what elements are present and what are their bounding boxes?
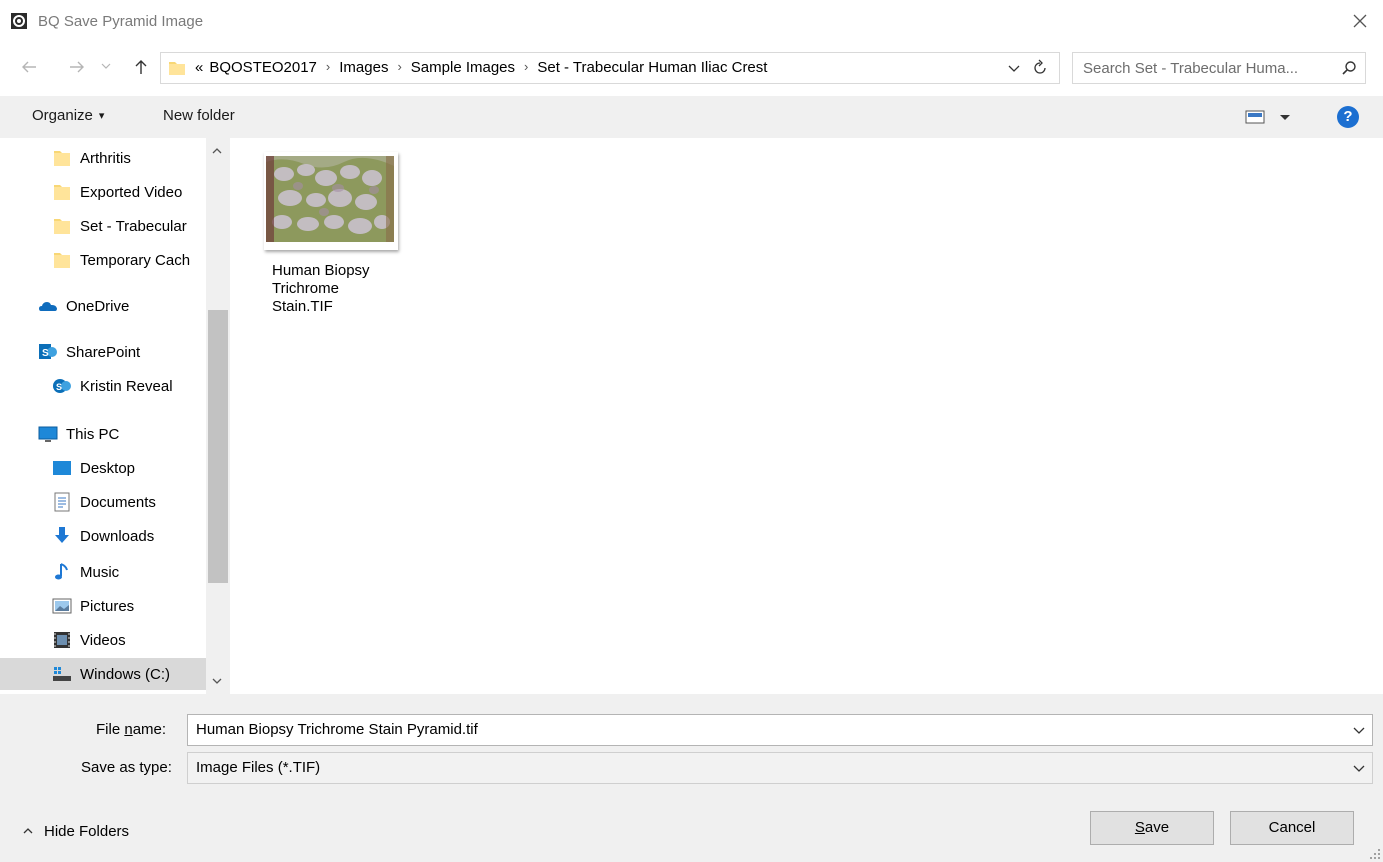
- organize-button[interactable]: Organize ▾: [32, 107, 104, 124]
- recent-locations-chevron-icon[interactable]: [100, 60, 112, 72]
- breadcrumb-item[interactable]: Set - Trabecular Human Iliac Crest: [537, 59, 767, 76]
- scroll-up-icon[interactable]: [210, 146, 224, 156]
- folder-icon: [169, 62, 185, 75]
- nav-scrollbar-thumb[interactable]: [208, 310, 228, 583]
- folder-icon: [54, 151, 70, 166]
- breadcrumb-separator[interactable]: ›: [524, 59, 528, 76]
- documents-icon: [54, 492, 70, 512]
- music-icon: [55, 563, 68, 580]
- cancel-button[interactable]: Cancel: [1230, 811, 1354, 845]
- sidebar-item-kristin-reveal[interactable]: S Kristin Reveal: [52, 370, 173, 402]
- sidebar-item-label: This PC: [66, 425, 120, 443]
- videos-icon: [54, 632, 70, 648]
- hide-folders-button[interactable]: Hide Folders: [22, 823, 129, 840]
- back-arrow-icon[interactable]: [20, 58, 38, 76]
- folder-icon: [54, 253, 70, 268]
- sidebar-item-label: Set - Trabecular: [80, 217, 187, 235]
- file-name-label: File name:: [96, 721, 167, 738]
- save-button[interactable]: Save: [1090, 811, 1214, 845]
- drive-icon: [53, 667, 71, 681]
- sidebar-item-label: Exported Video: [80, 183, 183, 201]
- breadcrumb: « BQOSTEO2017 › Images › Sample Images ›…: [195, 59, 767, 76]
- chevron-down-icon[interactable]: [1352, 723, 1366, 737]
- new-folder-button[interactable]: New folder: [163, 107, 235, 124]
- sidebar-item-onedrive[interactable]: OneDrive: [38, 290, 129, 322]
- breadcrumb-item[interactable]: BQOSTEO2017: [209, 59, 317, 76]
- sidebar-item-exported-video[interactable]: Exported Video: [52, 176, 182, 208]
- window-title: BQ Save Pyramid Image: [38, 13, 204, 30]
- change-view-icon[interactable]: [1244, 108, 1294, 126]
- address-dropdown-icon[interactable]: [1007, 61, 1021, 75]
- sidebar-item-music[interactable]: Music: [52, 556, 119, 588]
- up-arrow-icon[interactable]: [132, 58, 150, 76]
- chevron-up-icon: [23, 828, 33, 834]
- file-name-value[interactable]: Human Biopsy Trichrome Stain Pyramid.tif: [196, 721, 478, 738]
- image-thumbnail: [264, 152, 398, 250]
- sidebar-item-label: Kristin Reveal: [80, 377, 173, 395]
- close-icon[interactable]: [1349, 10, 1371, 32]
- app-logo-icon: [11, 13, 27, 29]
- search-placeholder: Search Set - Trabecular Huma...: [1083, 60, 1299, 77]
- sidebar-item-label: Temporary Cach: [80, 251, 191, 269]
- svg-text:S: S: [56, 382, 62, 392]
- sharepoint-site-icon: S: [53, 379, 71, 393]
- sidebar-item-this-pc[interactable]: This PC: [38, 418, 119, 450]
- sidebar-item-documents[interactable]: Documents: [52, 486, 156, 518]
- sidebar-item-videos[interactable]: Videos: [52, 624, 126, 656]
- sidebar-item-pictures[interactable]: Pictures: [52, 590, 134, 622]
- downloads-icon: [55, 527, 69, 543]
- forward-arrow-icon[interactable]: [68, 58, 86, 76]
- svg-text:S: S: [42, 348, 49, 359]
- save-type-label: Save as type:: [81, 759, 172, 776]
- sidebar-item-label: Documents: [80, 493, 156, 511]
- folder-icon: [54, 219, 70, 234]
- save-type-select[interactable]: Image Files (*.TIF): [187, 752, 1373, 784]
- search-icon[interactable]: [1341, 60, 1357, 76]
- save-type-value: Image Files (*.TIF): [196, 759, 321, 776]
- resize-grip-icon[interactable]: [1369, 848, 1381, 860]
- command-bar: Organize ▾ New folder ?: [0, 96, 1383, 138]
- pictures-icon: [52, 598, 72, 614]
- onedrive-icon: [39, 302, 57, 311]
- address-bar[interactable]: « BQOSTEO2017 › Images › Sample Images ›…: [160, 52, 1060, 84]
- folder-icon: [54, 185, 70, 200]
- sidebar-item-label: Windows (C:): [80, 665, 171, 683]
- sidebar-item-label: Arthritis: [80, 149, 131, 167]
- sidebar-item-arthritis[interactable]: Arthritis: [52, 142, 131, 174]
- sharepoint-icon: S: [39, 344, 57, 359]
- breadcrumb-overflow[interactable]: «: [195, 59, 203, 76]
- scroll-down-icon[interactable]: [210, 676, 224, 686]
- file-name-label[interactable]: Human Biopsy Trichrome Stain.TIF: [272, 262, 402, 316]
- file-thumbnail[interactable]: [264, 152, 398, 250]
- breadcrumb-separator[interactable]: ›: [326, 59, 330, 76]
- help-button[interactable]: ?: [1337, 106, 1359, 128]
- sidebar-item-label: OneDrive: [66, 297, 130, 315]
- search-input[interactable]: Search Set - Trabecular Huma...: [1072, 52, 1366, 84]
- sidebar-item-label: Pictures: [80, 597, 135, 615]
- computer-icon: [38, 426, 58, 442]
- title-bar: BQ Save Pyramid Image: [0, 0, 1383, 46]
- sidebar-item-label: Desktop: [80, 459, 136, 477]
- desktop-icon: [53, 461, 71, 475]
- breadcrumb-separator[interactable]: ›: [397, 59, 401, 76]
- chevron-down-icon[interactable]: [1352, 761, 1366, 775]
- breadcrumb-item[interactable]: Images: [339, 59, 388, 76]
- sidebar-item-sharepoint[interactable]: S SharePoint: [38, 336, 140, 368]
- sidebar-item-label: SharePoint: [66, 343, 141, 361]
- sidebar-item-set-trabecular[interactable]: Set - Trabecular: [52, 210, 187, 242]
- file-list[interactable]: [230, 138, 1383, 694]
- file-name-field[interactable]: Human Biopsy Trichrome Stain Pyramid.tif: [187, 714, 1373, 746]
- sidebar-item-windows-c[interactable]: Windows (C:): [0, 658, 206, 690]
- sidebar-item-temporary-cache[interactable]: Temporary Cach: [52, 244, 190, 276]
- refresh-icon[interactable]: [1031, 59, 1049, 77]
- sidebar-item-desktop[interactable]: Desktop: [52, 452, 135, 484]
- sidebar-item-label: Videos: [80, 631, 126, 649]
- breadcrumb-item[interactable]: Sample Images: [411, 59, 515, 76]
- sidebar-item-downloads[interactable]: Downloads: [52, 520, 154, 552]
- sidebar-item-label: Downloads: [80, 527, 155, 545]
- sidebar-item-label: Music: [80, 563, 120, 581]
- chevron-down-icon: ▾: [98, 110, 105, 122]
